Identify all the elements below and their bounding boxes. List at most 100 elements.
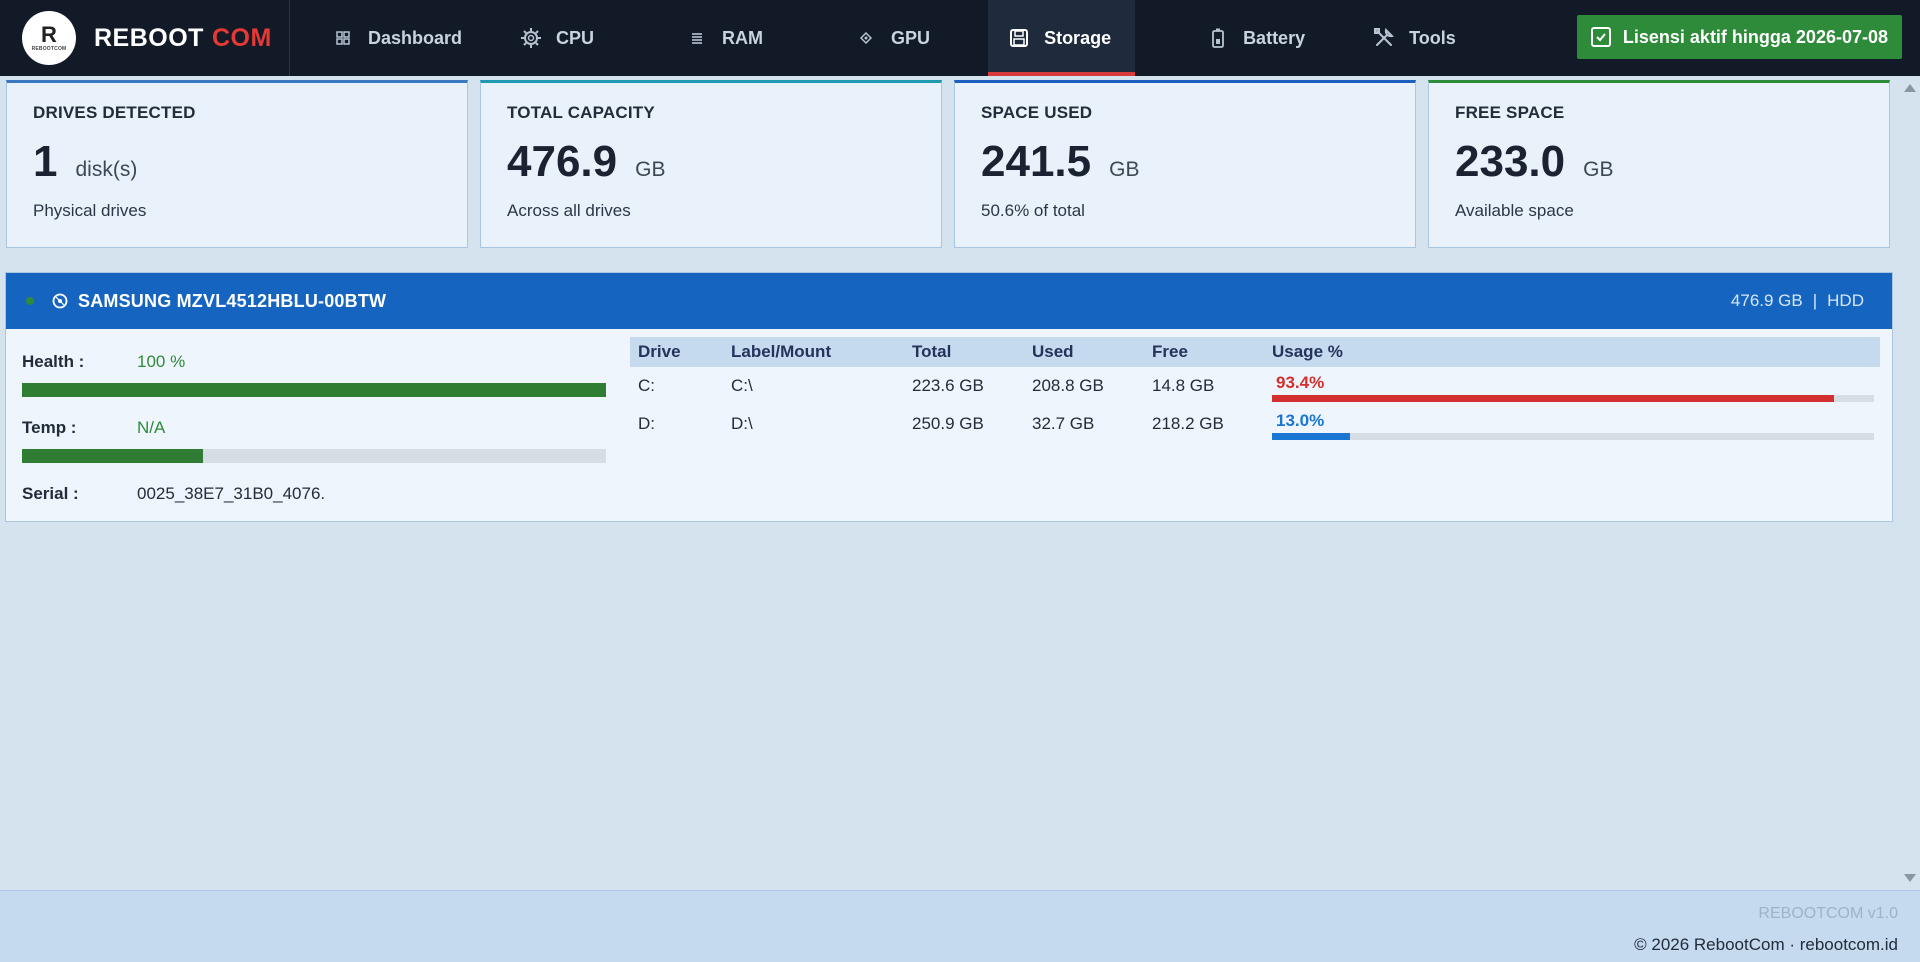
table-header: Drive Label/Mount Total Used Free Usage … xyxy=(630,337,1880,367)
grid-icon xyxy=(332,27,354,49)
usage-bar xyxy=(1272,395,1874,402)
card-value: 1 disk(s) xyxy=(33,137,441,187)
battery-icon xyxy=(1207,27,1229,49)
card-number: 233.0 xyxy=(1455,137,1566,186)
nav-storage[interactable]: Storage xyxy=(988,0,1136,76)
footer: REBOOTCOM v1.0 © 2026 RebootCom · reboot… xyxy=(0,890,1920,962)
cell-total: 250.9 GB xyxy=(912,414,984,433)
usage-bar xyxy=(1272,433,1874,440)
nav-dashboard[interactable]: Dashboard xyxy=(312,0,482,76)
app-logo: R REBOOTCOM xyxy=(22,11,76,65)
nav-cpu[interactable]: CPU xyxy=(500,0,614,76)
col-free: Free xyxy=(1152,342,1188,361)
check-icon xyxy=(1590,27,1611,47)
col-used: Used xyxy=(1032,342,1074,361)
card-value: 241.5 GB xyxy=(981,137,1389,187)
floppy-icon xyxy=(1008,27,1030,49)
table-row[interactable]: C: C:\ 223.6 GB 208.8 GB 14.8 GB 93.4% xyxy=(630,367,1880,405)
card-drives-detected: DRIVES DETECTED 1 disk(s) Physical drive… xyxy=(6,80,468,248)
tools-icon xyxy=(1373,27,1395,49)
license-label: Lisensi aktif hingga 2026-07-08 xyxy=(1622,26,1888,47)
scroll-up-arrow-icon[interactable] xyxy=(1904,84,1916,92)
cell-usage: 93.4% xyxy=(1272,367,1880,405)
cell-mount: C:\ xyxy=(731,376,753,395)
card-space-used: SPACE USED 241.5 GB 50.6% of total xyxy=(954,80,1416,248)
nav-tools[interactable]: Tools xyxy=(1353,0,1476,76)
ram-icon xyxy=(686,27,708,49)
card-title: FREE SPACE xyxy=(1455,103,1565,122)
brand-name: REBOOT COM xyxy=(94,24,272,53)
nav-ram[interactable]: RAM xyxy=(666,0,783,76)
nav-label: CPU xyxy=(556,27,595,48)
storage-content: DRIVES DETECTED 1 disk(s) Physical drive… xyxy=(0,76,1898,890)
card-unit: GB xyxy=(635,158,666,181)
card-value: 233.0 GB xyxy=(1455,137,1863,187)
card-total-capacity: TOTAL CAPACITY 476.9 GB Across all drive… xyxy=(480,80,942,248)
version-label: REBOOTCOM v1.0 xyxy=(1758,905,1898,922)
drive-type: HDD xyxy=(1827,291,1864,310)
cell-usage: 13.0% xyxy=(1272,405,1880,443)
brand-accent: COM xyxy=(211,23,272,52)
logo-small-text: REBOOTCOM xyxy=(31,46,67,52)
health-label: Health : xyxy=(22,352,85,371)
cell-mount: D:\ xyxy=(731,414,753,433)
drive-header[interactable]: SAMSUNG MZVL4512HBLU-00BTW 476.9 GB | HDD xyxy=(6,273,1892,329)
card-subtitle: 50.6% of total xyxy=(981,201,1085,220)
logo-letter: R xyxy=(41,22,57,47)
nav-battery[interactable]: Battery xyxy=(1187,0,1325,76)
drive-info: Health : 100 % Temp : N/A Serial : 0025_… xyxy=(22,349,606,507)
card-unit: GB xyxy=(1109,158,1140,181)
drive-size: 476.9 GB xyxy=(1730,291,1803,310)
drive-panel: SAMSUNG MZVL4512HBLU-00BTW 476.9 GB | HDD … xyxy=(5,272,1893,522)
serial-value: 0025_38E7_31B0_4076. xyxy=(137,484,326,503)
card-number: 476.9 xyxy=(507,137,618,186)
health-row: Health : 100 % xyxy=(22,349,606,375)
gpu-icon xyxy=(855,27,877,49)
health-bar-fill xyxy=(22,383,606,397)
card-number: 1 xyxy=(33,137,58,186)
card-title: SPACE USED xyxy=(981,103,1093,122)
card-title: DRIVES DETECTED xyxy=(33,103,196,122)
scroll-down-arrow-icon[interactable] xyxy=(1904,874,1916,882)
col-total: Total xyxy=(912,342,952,361)
col-usage: Usage % xyxy=(1272,342,1343,361)
cell-total: 223.6 GB xyxy=(912,376,984,395)
card-value: 476.9 GB xyxy=(507,137,915,187)
temp-bar-fill xyxy=(22,449,204,463)
license-badge[interactable]: Lisensi aktif hingga 2026-07-08 xyxy=(1576,15,1902,59)
health-value: 100 % xyxy=(137,352,186,371)
temp-bar xyxy=(22,449,606,463)
cell-drive: C: xyxy=(638,376,655,395)
cpu-icon xyxy=(520,27,542,49)
card-subtitle: Across all drives xyxy=(507,201,631,220)
usage-bar-fill xyxy=(1272,433,1351,440)
brand: R REBOOTCOM REBOOT COM xyxy=(0,0,290,76)
disk-icon xyxy=(52,293,68,309)
serial-row: Serial : 0025_38E7_31B0_4076. xyxy=(22,481,606,507)
partition-table: Drive Label/Mount Total Used Free Usage … xyxy=(630,337,1880,443)
nav-label: GPU xyxy=(891,27,931,48)
card-number: 241.5 xyxy=(981,137,1092,186)
drive-summary: 476.9 GB | HDD xyxy=(1731,291,1864,311)
nav-label: Dashboard xyxy=(368,27,463,48)
temp-row: Temp : N/A xyxy=(22,415,606,441)
nav-label: RAM xyxy=(722,27,764,48)
usage-percent: 93.4% xyxy=(1276,373,1325,392)
brand-main: REBOOT xyxy=(94,23,204,52)
nav-label: Storage xyxy=(1044,27,1112,48)
col-drive: Drive xyxy=(638,342,681,361)
nav-label: Battery xyxy=(1243,27,1306,48)
vertical-scrollbar[interactable] xyxy=(1898,76,1920,890)
nav-gpu[interactable]: GPU xyxy=(835,0,950,76)
drive-name: SAMSUNG MZVL4512HBLU-00BTW xyxy=(78,290,387,311)
card-unit: GB xyxy=(1583,158,1614,181)
usage-percent: 13.0% xyxy=(1276,411,1325,430)
table-row[interactable]: D: D:\ 250.9 GB 32.7 GB 218.2 GB 13.0% xyxy=(630,405,1880,443)
health-bar xyxy=(22,383,606,397)
summary-cards: DRIVES DETECTED 1 disk(s) Physical drive… xyxy=(6,80,1890,248)
cell-free: 218.2 GB xyxy=(1152,414,1224,433)
drive-separator: | xyxy=(1812,291,1818,310)
copyright-label: © 2026 RebootCom · rebootcom.id xyxy=(1634,935,1898,954)
drive-status-dot xyxy=(26,297,34,305)
col-label-mount: Label/Mount xyxy=(731,342,832,361)
